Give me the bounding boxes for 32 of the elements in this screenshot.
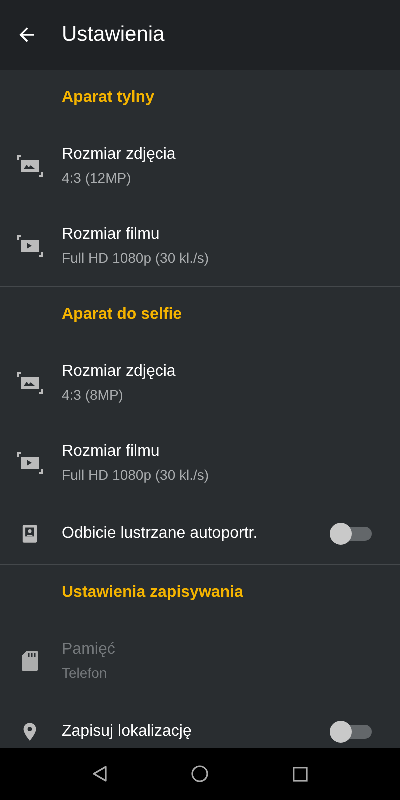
settings-item[interactable]: Zapisuj lokalizację: [0, 701, 400, 748]
location-pin-icon: [22, 722, 38, 742]
photo-size-icon: [17, 372, 43, 394]
item-title: Zapisuj lokalizację: [62, 722, 193, 740]
photo-size-icon: [17, 155, 43, 177]
item-value: 4:3 (12MP): [62, 170, 132, 186]
item-title: Rozmiar filmu: [62, 226, 161, 244]
item-value: Telefon: [62, 665, 108, 681]
item-value: Full HD 1080p (30 kl./s): [62, 467, 210, 483]
item-title: Pamięć: [62, 641, 116, 659]
item-value: 4:3 (8MP): [62, 387, 124, 403]
home-icon[interactable]: [191, 765, 210, 783]
video-size-icon: [17, 235, 43, 257]
recent-apps-icon[interactable]: [293, 766, 308, 782]
item-title: Rozmiar zdjęcia: [62, 146, 177, 164]
section-header: Aparat tylny: [61, 88, 156, 108]
item-title: Rozmiar filmu: [62, 443, 161, 461]
settings-item[interactable]: Rozmiar filmu Full HD 1080p (30 kl./s): [0, 206, 400, 286]
section-header: Aparat do selfie: [61, 305, 184, 325]
sd-card-icon: [21, 650, 39, 672]
item-title: Odbicie lustrzane autoportr.: [62, 524, 259, 542]
video-size-icon: [17, 452, 43, 474]
back-icon[interactable]: [92, 765, 108, 783]
portrait-icon: [22, 522, 38, 544]
item-title: Rozmiar zdjęcia: [62, 363, 177, 381]
item-value: Full HD 1080p (30 kl./s): [62, 250, 210, 266]
settings-item[interactable]: Odbicie lustrzane autoportr.: [0, 503, 400, 564]
settings-item[interactable]: Rozmiar zdjęcia 4:3 (12MP): [0, 126, 400, 206]
settings-item[interactable]: Rozmiar zdjęcia 4:3 (8MP): [0, 343, 400, 423]
screen-title: Ustawienia: [62, 23, 165, 47]
settings-item[interactable]: Rozmiar filmu Full HD 1080p (30 kl./s): [0, 423, 400, 503]
section-header: Ustawienia zapisywania: [61, 583, 244, 603]
